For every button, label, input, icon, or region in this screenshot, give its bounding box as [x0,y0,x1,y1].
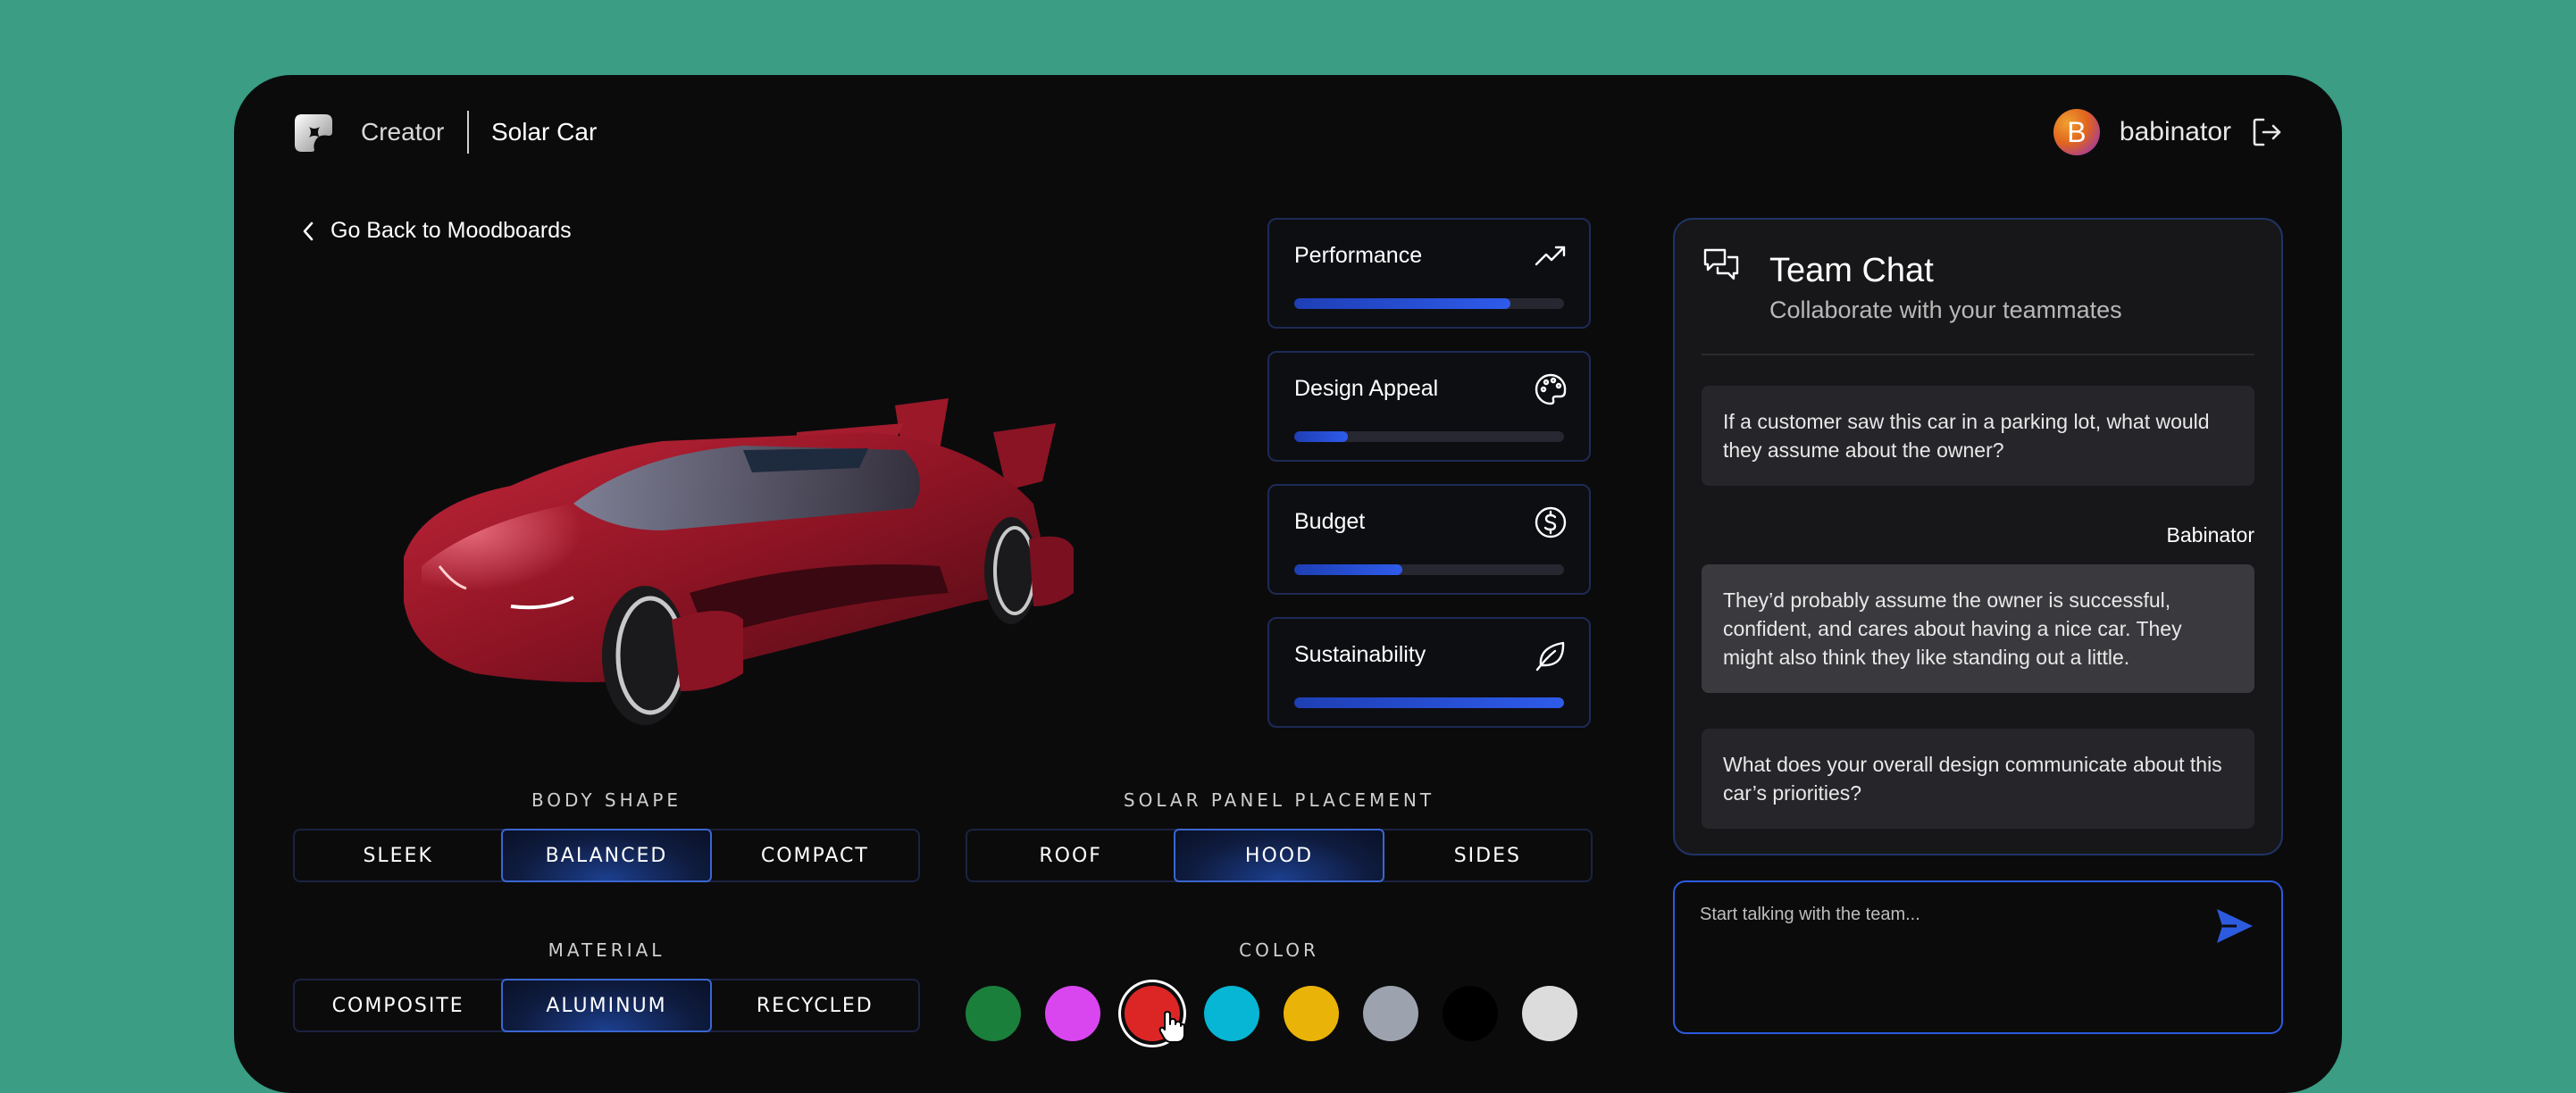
back-to-moodboards-link[interactable]: Go Back to Moodboards [302,218,572,244]
send-icon[interactable] [2213,905,2254,947]
username: babinator [2119,117,2231,146]
body-shape-option[interactable]: COMPACT [712,830,918,880]
metric-bar [1294,697,1564,708]
chat-message: They’d probably assume the owner is succ… [1702,564,2254,693]
chevron-left-icon [303,221,314,240]
material-selector: COMPOSITE ALUMINUM RECYCLED [293,979,920,1032]
material-option[interactable]: RECYCLED [712,980,918,1030]
chat-divider [1702,354,2254,355]
metric-card-design-appeal: Design Appeal [1267,351,1591,462]
message-sender: Babinator [2166,523,2254,546]
chat-subtitle: Collaborate with your teammates [1769,296,2122,323]
metric-label: Performance [1294,243,1423,268]
material-label: MATERIAL [548,939,665,961]
chat-message: What does your overall design communicat… [1702,729,2254,829]
solar-panel-selector: ROOF HOOD SIDES [966,829,1593,882]
metric-label: Design Appeal [1294,376,1439,401]
color-swatch[interactable] [1363,986,1418,1041]
chat-input[interactable] [1698,904,2202,926]
metric-bar [1294,431,1564,442]
solar-panel-option[interactable]: ROOF [967,830,1174,880]
metric-label: Budget [1294,509,1366,534]
color-swatch[interactable] [1284,986,1339,1041]
color-swatch[interactable] [1204,986,1259,1041]
dollar-circle-icon [1535,506,1567,538]
body-shape-label: BODY SHAPE [531,789,682,811]
chat-composer [1673,880,2283,1034]
color-swatch[interactable] [966,986,1021,1041]
metric-label: Sustainability [1294,642,1426,667]
body-shape-selector: SLEEK BALANCED COMPACT [293,829,920,882]
metric-bar [1294,298,1564,309]
hand-cursor-icon [1158,1011,1185,1043]
metric-bar [1294,564,1564,575]
project-name: Solar Car [491,118,598,146]
chat-message: If a customer saw this car in a parking … [1702,386,2254,486]
color-label: COLOR [1239,939,1319,961]
solar-panel-option[interactable]: SIDES [1384,830,1591,880]
header-divider [467,111,469,154]
body-shape-option[interactable]: BALANCED [501,829,712,882]
avatar[interactable]: B [2053,109,2100,155]
creator-logo-icon[interactable] [293,113,334,154]
metric-bar-fill [1294,431,1349,442]
color-swatch[interactable] [1522,986,1577,1041]
app-name: Creator [361,118,445,146]
app-window: Creator Solar Car B babinator Go Back to… [234,75,2342,1093]
color-swatch[interactable] [1045,986,1100,1041]
body-shape-option[interactable]: SLEEK [295,830,501,880]
team-chat-panel: Team Chat Collaborate with your teammate… [1673,218,2283,855]
trending-up-icon [1535,246,1566,266]
car-render[interactable] [368,298,1172,763]
metric-bar-fill [1294,697,1564,708]
back-link-label: Go Back to Moodboards [330,218,572,243]
logout-icon[interactable] [2251,116,2283,148]
color-swatch[interactable] [1443,986,1498,1041]
metric-card-budget: Budget [1267,484,1591,595]
leaf-icon [1535,641,1565,672]
metric-bar-fill [1294,298,1510,309]
palette-icon [1535,373,1567,405]
user-menu: B babinator [2053,109,2283,155]
metric-card-sustainability: Sustainability [1267,617,1591,728]
chat-bubbles-icon [1703,248,1739,280]
solar-panel-label: SOLAR PANEL PLACEMENT [1123,789,1435,811]
metric-bar-fill [1294,564,1402,575]
metric-card-performance: Performance [1267,218,1591,329]
material-option[interactable]: ALUMINUM [501,979,712,1032]
material-option[interactable]: COMPOSITE [295,980,501,1030]
solar-panel-option[interactable]: HOOD [1174,829,1384,882]
chat-title: Team Chat [1769,252,1934,289]
